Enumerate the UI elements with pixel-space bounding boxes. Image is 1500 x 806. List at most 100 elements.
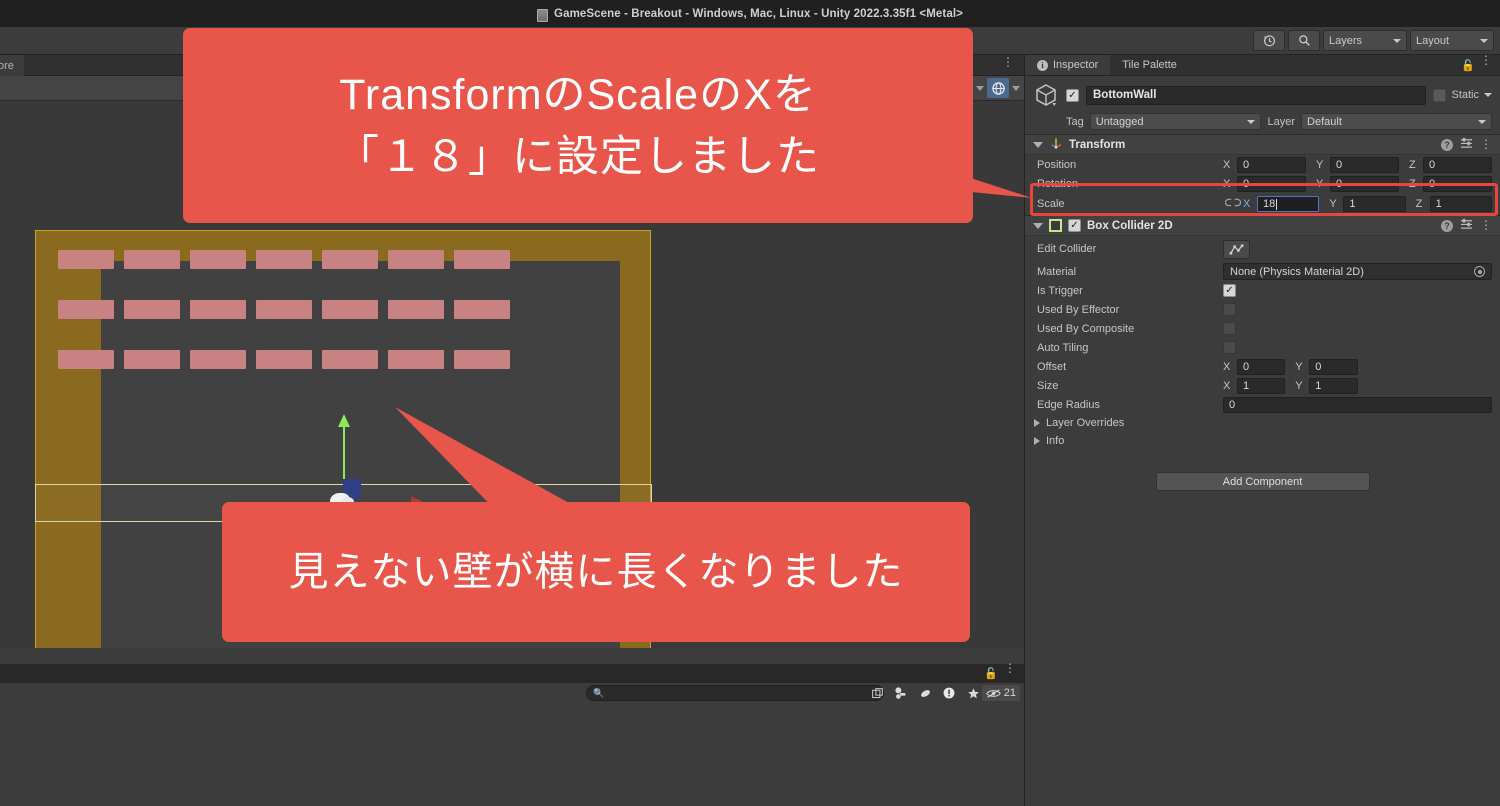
box-collider-enabled-checkbox[interactable]: ✓ — [1068, 219, 1081, 232]
rotation-z-input[interactable]: 0 — [1423, 175, 1492, 192]
tag-value: Untagged — [1095, 115, 1144, 128]
used-by-effector-checkbox[interactable] — [1223, 303, 1236, 316]
brick[interactable] — [322, 300, 378, 319]
favorite-star-icon[interactable] — [962, 685, 984, 701]
broken-link-icon[interactable] — [1223, 197, 1243, 211]
project-panel-body[interactable] — [0, 703, 1024, 806]
rotation-y-input[interactable]: 0 — [1330, 175, 1399, 192]
preset-icon[interactable] — [1460, 218, 1473, 233]
brick[interactable] — [124, 250, 180, 269]
layer-overrides-label: Layer Overrides — [1046, 417, 1125, 429]
box-collider-2d-icon — [1049, 219, 1062, 232]
offset-y-input[interactable]: 0 — [1309, 358, 1358, 375]
brick[interactable] — [58, 250, 114, 269]
transform-rotation-row: Rotation X 0 Y 0 Z 0 — [1025, 174, 1500, 193]
brick[interactable] — [256, 350, 312, 369]
chevron-down-icon[interactable] — [1484, 93, 1492, 97]
scale-y-input[interactable]: 1 — [1343, 196, 1406, 212]
box-collider-2d-header[interactable]: ✓ Box Collider 2D ? ⋮ — [1025, 216, 1500, 236]
gizmo-y-arrowhead[interactable] — [338, 414, 350, 427]
brick[interactable] — [256, 300, 312, 319]
scale-z-input[interactable]: 1 — [1429, 196, 1492, 212]
position-x-input[interactable]: 0 — [1237, 156, 1306, 173]
brick[interactable] — [322, 250, 378, 269]
brick[interactable] — [388, 300, 444, 319]
rotation-y-axis-label: Y — [1316, 177, 1324, 190]
lock-open-icon[interactable]: 🔓 — [984, 667, 998, 680]
chevron-down-icon[interactable] — [1033, 141, 1043, 148]
new-folder-icon[interactable] — [866, 685, 888, 701]
scene-tabs-kebab-icon[interactable]: ⋮ — [1002, 56, 1014, 68]
alert-icon[interactable] — [914, 685, 936, 701]
tag-dropdown[interactable]: Untagged — [1089, 113, 1262, 130]
project-search-input[interactable]: 🔍 — [586, 685, 884, 701]
brick[interactable] — [190, 300, 246, 319]
object-picker-icon[interactable] — [1474, 266, 1485, 277]
auto-tiling-checkbox[interactable] — [1223, 341, 1236, 354]
scene-visibility-toggle[interactable]: 21 — [981, 685, 1020, 701]
globe-icon[interactable] — [987, 78, 1009, 98]
rotation-label: Rotation — [1037, 177, 1078, 190]
brick[interactable] — [388, 250, 444, 269]
brick[interactable] — [454, 300, 510, 319]
kebab-menu-icon[interactable]: ⋮ — [1480, 138, 1492, 150]
help-icon[interactable]: ? — [1441, 219, 1453, 232]
scale-x-input[interactable]: 18 — [1257, 196, 1320, 212]
gameobject-enabled-checkbox[interactable]: ✓ — [1066, 88, 1079, 102]
info-foldout[interactable]: Info — [1025, 432, 1500, 450]
rotation-x-input[interactable]: 0 — [1237, 175, 1306, 192]
layer-dropdown[interactable]: Default — [1301, 113, 1492, 130]
offset-x-axis-label: X — [1223, 360, 1231, 373]
layers-label: Layers — [1329, 34, 1363, 47]
preset-icon[interactable] — [1460, 137, 1473, 152]
brick[interactable] — [322, 350, 378, 369]
chevron-down-icon[interactable] — [976, 85, 984, 91]
offset-x-input[interactable]: 0 — [1237, 358, 1286, 375]
material-object-field[interactable]: None (Physics Material 2D) — [1223, 263, 1492, 280]
warning-icon[interactable] — [938, 685, 960, 701]
used-by-composite-checkbox[interactable] — [1223, 322, 1236, 335]
kebab-menu-icon[interactable]: ⋮ — [1480, 219, 1492, 231]
help-icon[interactable]: ? — [1441, 138, 1453, 151]
lock-open-icon[interactable]: 🔓 — [1461, 59, 1475, 72]
search-icon[interactable] — [1288, 30, 1320, 51]
position-label: Position — [1037, 158, 1077, 171]
static-checkbox[interactable] — [1433, 88, 1447, 102]
chevron-down-icon[interactable] — [1033, 222, 1043, 229]
scene-tab-partial[interactable]: ore — [0, 55, 24, 76]
size-x-input[interactable]: 1 — [1237, 377, 1286, 394]
brick[interactable] — [58, 300, 114, 319]
visibility-count: 21 — [1003, 687, 1016, 699]
kebab-menu-icon[interactable]: ⋮ — [1004, 662, 1016, 674]
brick[interactable] — [190, 350, 246, 369]
chevron-down-icon[interactable] — [1012, 85, 1020, 91]
size-y-input[interactable]: 1 — [1309, 377, 1358, 394]
kebab-menu-icon[interactable]: ⋮ — [1480, 54, 1492, 66]
brick[interactable] — [124, 350, 180, 369]
is-trigger-checkbox[interactable]: ✓ — [1223, 284, 1236, 297]
tab-inspector[interactable]: i Inspector — [1025, 55, 1111, 75]
gameobject-name-input[interactable]: BottomWall — [1086, 85, 1427, 105]
brick[interactable] — [454, 350, 510, 369]
scale-z-axis-label: Z — [1415, 198, 1423, 210]
history-clock-icon[interactable] — [1253, 30, 1285, 51]
edit-collider-button[interactable] — [1223, 239, 1250, 259]
brick[interactable] — [124, 300, 180, 319]
brick[interactable] — [58, 350, 114, 369]
layer-overrides-foldout[interactable]: Layer Overrides — [1025, 414, 1500, 432]
transform-header[interactable]: Transform ? ⋮ — [1025, 135, 1500, 155]
brick[interactable] — [190, 250, 246, 269]
brick[interactable] — [388, 350, 444, 369]
edge-radius-input[interactable]: 0 — [1223, 396, 1492, 413]
add-component-button[interactable]: Add Component — [1155, 472, 1370, 491]
layout-dropdown[interactable]: Layout — [1410, 30, 1494, 51]
position-y-input[interactable]: 0 — [1330, 156, 1399, 173]
unity-editor-window: GameScene - Breakout - Windows, Mac, Lin… — [0, 0, 1500, 806]
brick[interactable] — [454, 250, 510, 269]
brick[interactable] — [256, 250, 312, 269]
label-icon[interactable] — [890, 685, 912, 701]
position-z-input[interactable]: 0 — [1423, 156, 1492, 173]
tab-tile-palette[interactable]: Tile Palette — [1110, 55, 1189, 75]
auto-tiling-row: Auto Tiling — [1025, 338, 1500, 357]
layers-dropdown[interactable]: Layers — [1323, 30, 1407, 51]
